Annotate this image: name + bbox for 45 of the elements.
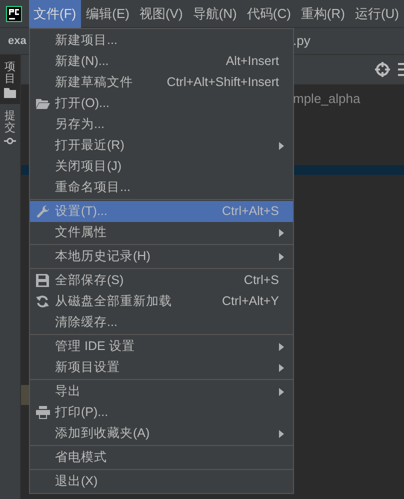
editor-tab[interactable]: exa	[8, 32, 26, 50]
menu-item[interactable]: 文件属性	[30, 222, 293, 243]
wrench-icon	[36, 204, 50, 218]
menu-item[interactable]: 新建(N)... Alt+Insert	[30, 51, 293, 72]
menu-bar-item[interactable]: 文件(F)	[28, 0, 82, 28]
menu-item[interactable]: 从磁盘全部重新加载 Ctrl+Alt+Y	[30, 291, 293, 312]
menu-bar-item[interactable]: 重构(R)	[296, 0, 350, 28]
collapse-icon[interactable]	[398, 63, 404, 76]
shortcut-text: Ctrl+Alt+Shift+Insert	[166, 74, 279, 92]
menu-item[interactable]: 导出	[30, 381, 293, 402]
menu-item[interactable]: 本地历史记录(H)	[30, 246, 293, 267]
commit-icon	[4, 137, 16, 146]
menu-item[interactable]: 重命名项目...	[30, 177, 293, 198]
app-logo-icon	[6, 6, 22, 22]
printer-icon	[36, 406, 50, 419]
menu-bar-item[interactable]: 编辑(E)	[81, 0, 134, 28]
menu-item[interactable]: 打开(O)...	[30, 93, 293, 114]
crosshair-icon[interactable]	[375, 62, 390, 77]
menu-bar-item[interactable]: 视图(V)	[134, 0, 188, 28]
menu-bar-item[interactable]: 运行(U)	[350, 0, 404, 28]
menu-item[interactable]: 关闭项目(J)	[30, 156, 293, 177]
tree-item[interactable]: mple_alpha	[293, 89, 360, 108]
menu-bar-item[interactable]: 导航(N)	[188, 0, 242, 28]
shortcut-text: Ctrl+S	[244, 272, 279, 290]
menu-item[interactable]: 添加到收藏夹(A)	[30, 423, 293, 444]
menu-item[interactable]: 打印(P)...	[30, 402, 293, 423]
tool-window-tab[interactable]: 提交	[4, 110, 16, 134]
folder-icon	[4, 88, 16, 98]
menu-item[interactable]: 新项目设置	[30, 357, 293, 378]
refresh-icon	[36, 295, 49, 308]
menu-item[interactable]: 新建项目...	[30, 30, 293, 51]
menu-item[interactable]: 新建草稿文件 Ctrl+Alt+Shift+Insert	[30, 72, 293, 93]
menu-item[interactable]: 另存为...	[30, 114, 293, 135]
shortcut-text: Ctrl+Alt+S	[222, 203, 279, 220]
menu-item[interactable]: 管理 IDE 设置	[30, 336, 293, 357]
editor-tab[interactable]: .py	[293, 31, 310, 51]
menu-item[interactable]: 打开最近(R)	[30, 135, 293, 156]
menu-item[interactable]: 退出(X)	[30, 471, 293, 492]
menu-bar-item[interactable]: 代码(C)	[242, 0, 296, 28]
menu-item[interactable]: 清除缓存...	[30, 312, 293, 333]
folder-icon	[36, 98, 50, 109]
menu-item[interactable]: 省电模式	[30, 447, 293, 468]
shortcut-text: Ctrl+Alt+Y	[222, 293, 279, 310]
menu-item[interactable]: 全部保存(S) Ctrl+S	[30, 270, 293, 291]
shortcut-text: Alt+Insert	[226, 53, 279, 70]
